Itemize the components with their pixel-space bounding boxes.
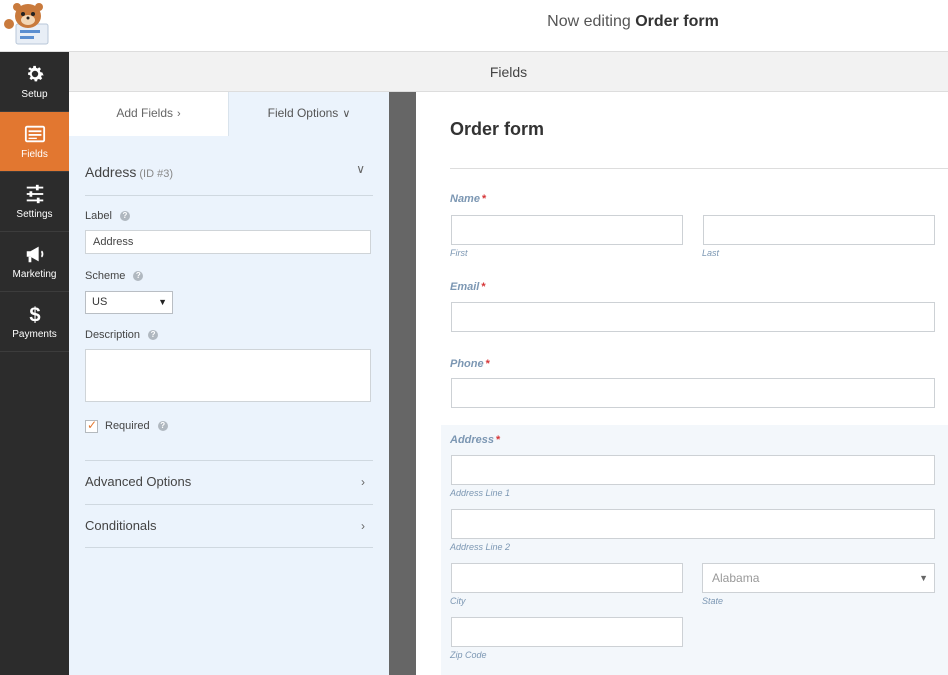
state-sublabel: State xyxy=(702,596,724,606)
fields-icon xyxy=(24,125,45,143)
zip-input[interactable] xyxy=(451,617,683,647)
city-sublabel: City xyxy=(450,596,466,606)
address-line2-input[interactable] xyxy=(451,509,935,539)
field-section-title: Address (ID #3) xyxy=(85,164,173,180)
help-icon[interactable]: ? xyxy=(133,271,144,282)
phone-field-label: Phone * xyxy=(450,358,490,370)
form-name: Order form xyxy=(635,13,719,30)
tab-add-fields-label: Add Fields xyxy=(116,106,174,120)
megaphone-icon xyxy=(26,246,43,263)
address-line1-sublabel: Address Line 1 xyxy=(450,488,511,498)
divider xyxy=(85,547,373,548)
sidebar-item-fields[interactable]: Fields xyxy=(0,112,69,172)
sidebar-item-payments[interactable]: $ Payments xyxy=(0,292,69,352)
form-title: Order form xyxy=(450,119,545,139)
required-mark: * xyxy=(485,358,490,370)
svg-text:$: $ xyxy=(29,304,40,325)
city-input[interactable] xyxy=(451,563,683,593)
top-bar: Now editing Order form xyxy=(0,0,948,52)
label-caption: Label? xyxy=(85,210,130,222)
chevron-right-icon: › xyxy=(361,475,365,489)
form-preview: Order form Name * First Last Email * Phone… xyxy=(416,92,948,675)
field-options: Address (ID #3) ∨ Label? Address Scheme? … xyxy=(85,136,373,548)
address-line1-input[interactable] xyxy=(451,455,935,485)
name-first-sublabel: First xyxy=(450,248,468,258)
address-field-label: Address * xyxy=(450,434,500,446)
panel-tabs: Add Fields › Field Options ∨ xyxy=(69,92,389,136)
sliders-icon xyxy=(26,184,43,204)
description-textarea[interactable] xyxy=(85,349,371,402)
email-field-label: Email * xyxy=(450,281,486,293)
tab-add-fields[interactable]: Add Fields › xyxy=(69,92,229,136)
scheme-select[interactable]: US ▼ xyxy=(85,291,173,314)
name-label-text: Name xyxy=(450,193,480,205)
advanced-options-toggle[interactable]: Advanced Options › xyxy=(85,460,373,504)
email-label-text: Email xyxy=(450,281,480,293)
label-input[interactable]: Address xyxy=(85,230,371,254)
state-select[interactable]: Alabama ▼ xyxy=(702,563,935,593)
help-icon[interactable]: ? xyxy=(148,330,159,341)
name-first-input[interactable] xyxy=(451,215,683,245)
sidebar-item-marketing[interactable]: Marketing xyxy=(0,232,69,292)
name-field-label: Name * xyxy=(450,193,486,205)
field-id: (ID #3) xyxy=(139,168,173,180)
section-header: Fields xyxy=(69,52,948,92)
description-caption-text: Description xyxy=(85,329,141,341)
required-checkbox[interactable] xyxy=(85,418,98,433)
description-caption: Description? xyxy=(85,329,159,341)
sidebar-item-label: Settings xyxy=(16,209,53,220)
dollar-icon: $ xyxy=(29,304,40,325)
chevron-right-icon: › xyxy=(361,519,365,533)
conditionals-toggle[interactable]: Conditionals › xyxy=(85,504,373,548)
name-last-input[interactable] xyxy=(703,215,935,245)
gear-icon xyxy=(27,65,44,82)
zip-sublabel: Zip Code xyxy=(450,650,487,660)
sidebar-item-label: Marketing xyxy=(12,269,57,280)
state-select-value: Alabama xyxy=(712,571,760,585)
help-icon[interactable]: ? xyxy=(119,211,130,222)
required-caption-text: Required xyxy=(105,420,150,432)
scheme-caption-text: Scheme xyxy=(85,270,126,282)
phone-label-text: Phone xyxy=(450,358,484,370)
label-caption-text: Label xyxy=(85,210,112,222)
dropdown-arrow-icon: ▼ xyxy=(919,573,928,583)
conditionals-label: Conditionals xyxy=(85,518,157,533)
chevron-down-icon[interactable]: ∨ xyxy=(356,162,365,176)
address-label-text: Address xyxy=(450,434,495,446)
phone-input[interactable] xyxy=(451,378,935,408)
sidebar-item-label: Payments xyxy=(12,329,57,340)
now-editing-prefix: Now editing xyxy=(547,13,631,30)
sidebar-item-settings[interactable]: Settings xyxy=(0,172,69,232)
chevron-down-icon: ∨ xyxy=(342,108,351,120)
chevron-right-icon: › xyxy=(177,108,181,120)
required-mark: * xyxy=(481,193,487,205)
tab-field-options[interactable]: Field Options ∨ xyxy=(229,92,389,136)
wpforms-logo xyxy=(2,2,50,46)
dropdown-arrow-icon: ▼ xyxy=(158,297,167,307)
sidebar-nav: Setup Fields Settings Marketing $ Paymen… xyxy=(0,52,69,675)
required-mark: * xyxy=(481,281,486,293)
field-options-panel: Add Fields › Field Options ∨ Address (ID #3… xyxy=(69,92,389,675)
field-name: Address xyxy=(85,164,137,180)
divider xyxy=(450,168,948,169)
sidebar-item-label: Fields xyxy=(21,149,48,160)
sidebar-item-label: Setup xyxy=(21,89,48,100)
required-mark: * xyxy=(496,434,501,446)
name-last-sublabel: Last xyxy=(702,248,720,258)
field-section-header[interactable]: Address (ID #3) ∨ xyxy=(85,136,373,196)
panel-divider[interactable] xyxy=(389,92,416,675)
scheme-select-value: US xyxy=(92,296,108,308)
help-icon[interactable]: ? xyxy=(157,421,168,432)
address-line2-sublabel: Address Line 2 xyxy=(450,542,511,552)
sidebar-item-setup[interactable]: Setup xyxy=(0,52,69,112)
required-caption: Required? xyxy=(105,420,168,432)
email-input[interactable] xyxy=(451,302,935,332)
advanced-options-label: Advanced Options xyxy=(85,474,192,489)
now-editing-title: Now editing Order form xyxy=(470,13,796,31)
scheme-caption: Scheme? xyxy=(85,270,144,282)
tab-field-options-label: Field Options xyxy=(267,106,339,120)
